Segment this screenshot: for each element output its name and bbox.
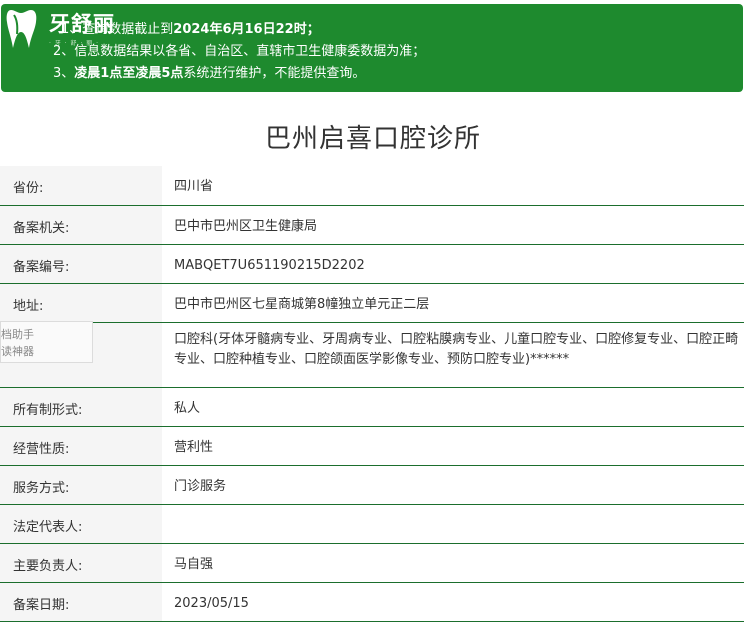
row-label: 经营性质: [0, 426, 162, 466]
row-value: 私人 [162, 387, 744, 427]
side-widget-line-2: 读神器 [1, 345, 34, 358]
row-label: 备案日期: [0, 582, 162, 622]
notice-banner: 牙舒丽 · 牙 · 舒 · 丽 · 1、查询数据截止到2024年6月16日22时… [1, 4, 743, 92]
row-value: 口腔科(牙体牙髓病专业、牙周病专业、口腔粘膜病专业、儿童口腔专业、口腔修复专业、… [162, 322, 744, 388]
table-row: 主要负责人: 马自强 [0, 543, 744, 583]
table-row: 备案编号: MABQET7U651190215D2202 [0, 244, 744, 284]
table-row: 口腔科(牙体牙髓病专业、牙周病专业、口腔粘膜病专业、儿童口腔专业、口腔修复专业、… [0, 322, 744, 388]
table-row: 服务方式: 门诊服务 [0, 465, 744, 505]
row-label: 服务方式: [0, 465, 162, 505]
row-value: 四川省 [162, 166, 744, 206]
row-label: 备案编号: [0, 244, 162, 284]
table-row: 备案机关: 巴中市巴州区卫生健康局 [0, 205, 744, 245]
table-row: 地址: 巴中市巴州区七星商城第8幢独立单元正二层 [0, 283, 744, 323]
row-label: 地址: [0, 283, 162, 323]
page-title: 巴州启喜口腔诊所 [264, 124, 481, 154]
row-value: 马自强 [162, 543, 744, 583]
row-label: 主要负责人: [0, 543, 162, 583]
table-row: 法定代表人: [0, 504, 744, 544]
side-widget-line-1: 档助手 [1, 328, 34, 341]
side-helper-widget[interactable]: 档助手 读神器 [0, 321, 93, 363]
row-value: 巴中市巴州区卫生健康局 [162, 205, 744, 245]
table-row: 所有制形式: 私人 [0, 387, 744, 427]
row-label: 所有制形式: [0, 387, 162, 427]
row-value: 2023/05/15 [162, 582, 744, 622]
info-table: 省份: 四川省 备案机关: 巴中市巴州区卫生健康局 备案编号: MABQET7U65119… [0, 166, 744, 622]
table-row: 省份: 四川省 [0, 166, 744, 206]
row-value [162, 504, 744, 544]
notice-line-3: 3、凌晨1点至凌晨5点系统进行维护，不能提供查询。 [53, 66, 366, 81]
notice-line-1: 1、查询数据截止到2024年6月16日22时； [61, 22, 320, 37]
row-value: MABQET7U651190215D2202 [162, 244, 744, 284]
row-label: 备案机关: [0, 205, 162, 245]
row-value: 门诊服务 [162, 465, 744, 505]
notice-line-2: 2、信息数据结果以各省、自治区、直辖市卫生健康委数据为准； [53, 44, 426, 59]
row-value: 营利性 [162, 426, 744, 466]
row-label: 省份: [0, 166, 162, 206]
table-row: 经营性质: 营利性 [0, 426, 744, 466]
row-label: 法定代表人: [0, 504, 162, 544]
tooth-icon [6, 10, 37, 48]
table-row: 备案日期: 2023/05/15 [0, 582, 744, 622]
row-value: 巴中市巴州区七星商城第8幢独立单元正二层 [162, 283, 744, 323]
